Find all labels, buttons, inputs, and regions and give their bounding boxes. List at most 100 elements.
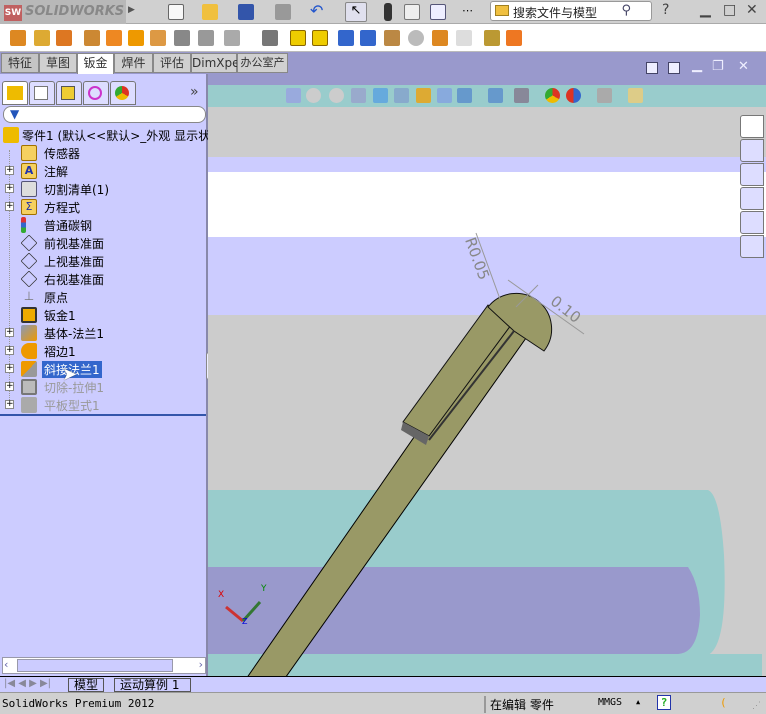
save-icon[interactable] [238,4,254,20]
zoom-to-area-icon[interactable] [329,88,344,103]
vent-icon[interactable] [290,30,306,46]
rip-icon[interactable] [432,30,448,46]
expand-icon[interactable]: + [5,202,14,211]
tree-item-miter-flange[interactable]: + 斜接法兰1 ➤ [0,360,206,385]
tree-item-annotations[interactable]: + A 注解 [0,162,206,180]
tab-model[interactable]: 模型 [68,678,105,692]
sketched-bend-icon[interactable] [174,30,190,46]
dynamic-annotation-icon[interactable] [394,88,409,103]
expand-icon[interactable]: + [5,382,14,391]
search-input[interactable]: 搜索文件与模型 ⚲ [490,1,652,21]
new-document-icon[interactable] [168,4,184,20]
expand-icon[interactable]: + [5,346,14,355]
doc-restore-button[interactable]: ❐ [712,59,724,74]
unfold-icon[interactable] [338,30,354,46]
closed-corner-icon[interactable] [224,30,240,46]
edit-appearance-icon[interactable] [488,88,503,103]
minimize-button[interactable]: ▁ [700,2,711,18]
extruded-cut-icon[interactable] [484,30,500,46]
tab-office-products[interactable]: 办公室产品 [237,53,288,87]
task-pane-file-explorer-icon[interactable] [740,163,764,186]
task-pane-design-library-icon[interactable] [740,139,764,162]
expand-icon[interactable]: + [5,400,14,409]
expand-icon[interactable]: + [5,184,14,193]
tree-item-front-plane[interactable]: 前视基准面 [0,234,206,252]
tab-navigation-arrows-icon[interactable]: |◀ ◀ ▶ ▶| [4,678,51,689]
units-system[interactable]: MMGS [598,697,622,708]
graphics-viewport[interactable]: R0.05 0.10 X Y Z [208,85,766,676]
tree-item-sensors[interactable]: 传感器 [0,144,206,162]
scroll-left-icon[interactable]: ‹ [4,658,8,671]
scroll-thumb[interactable] [17,659,173,672]
tree-item-hem[interactable]: + 褶边1 [0,342,206,360]
rollback-bar[interactable] [0,414,206,416]
tab-motion-study-1[interactable]: 运动算例 1 [114,678,191,692]
expand-icon[interactable]: + [5,364,14,373]
tree-item-flat-pattern[interactable]: + 平板型式1 [0,396,206,414]
tree-root-part[interactable]: 零件1 (默认<<默认>_外观 显示状 [0,126,210,144]
next-window-icon[interactable] [668,62,680,74]
expand-menu-arrow-icon[interactable]: ▶ [128,5,135,15]
previous-window-icon[interactable] [646,62,658,74]
appearance-icon[interactable] [545,88,560,103]
tree-item-origin[interactable]: ⊥ 原点 [0,288,206,306]
tree-item-sheet-metal[interactable]: 钣金1 [0,306,206,324]
undo-icon[interactable]: ↶ [310,3,326,20]
print-icon[interactable] [275,4,291,20]
rebuild-traffic-light-icon[interactable] [384,3,392,21]
feature-manager-tab-icon[interactable] [2,81,28,105]
quick-tips-help-icon[interactable]: ? [657,695,671,710]
tab-sketch[interactable]: 草图 [39,53,77,73]
evaluate-icon[interactable] [628,88,643,103]
display-style-icon[interactable] [437,88,452,103]
miter-flange-icon[interactable] [106,30,122,46]
view-settings-icon[interactable] [597,88,612,103]
options-icon[interactable] [430,4,446,20]
tab-sheet-metal[interactable]: 钣金 [77,53,114,75]
simple-hole-icon[interactable] [506,30,522,46]
doc-minimize-button[interactable]: ▁ [692,58,702,73]
no-bends-icon[interactable] [408,30,424,46]
doc-close-button[interactable]: ✕ [738,59,749,74]
convert-to-sheet-metal-icon[interactable] [34,30,50,46]
file-properties-icon[interactable] [404,4,420,20]
tab-features[interactable]: 特征 [1,53,39,73]
tree-item-right-plane[interactable]: 右视基准面 [0,270,206,288]
tree-item-base-flange[interactable]: + 基体-法兰1 [0,324,206,342]
tree-item-material[interactable]: 普通碳钢 [0,216,206,234]
tab-dimxpert[interactable]: DimXpert [191,53,249,73]
tree-item-cut-list[interactable]: + 切割清单(1) [0,180,206,198]
edge-flange-icon[interactable] [84,30,100,46]
flatten-icon[interactable] [384,30,400,46]
weld-corner-icon[interactable] [262,30,278,46]
view-orientation-icon[interactable] [416,88,431,103]
tree-item-cut-extrude[interactable]: + 切除-拉伸1 [0,378,206,396]
configuration-manager-tab-icon[interactable] [56,81,82,105]
task-pane-view-palette-icon[interactable] [740,187,764,210]
units-arrow-icon[interactable]: ▲ [636,698,640,706]
maximize-button[interactable]: □ [723,2,736,18]
solidworks-logo[interactable]: SW SOLIDWORKS [0,0,126,24]
dimxpert-manager-tab-icon[interactable] [83,81,109,105]
task-pane-home-icon[interactable] [740,115,764,138]
tree-filter-input[interactable]: ▼ [3,106,206,123]
task-pane-custom-properties-icon[interactable] [740,235,764,258]
expand-icon[interactable]: + [5,166,14,175]
section-view-icon[interactable] [373,88,388,103]
tree-item-top-plane[interactable]: 上视基准面 [0,252,206,270]
fold-icon[interactable] [360,30,376,46]
form-tool-icon[interactable] [312,30,328,46]
search-icon[interactable]: ⚲ [621,3,631,18]
hide-show-items-icon[interactable] [457,88,472,103]
cross-break-icon[interactable] [198,30,214,46]
scroll-right-icon[interactable]: › [199,658,203,671]
jog-icon[interactable] [150,30,166,46]
tab-weldments[interactable]: 焊件 [114,53,153,73]
tree-item-equations[interactable]: + Σ 方程式 [0,198,206,216]
hem-icon[interactable] [128,30,144,46]
base-flange-icon[interactable] [10,30,26,46]
horizontal-scrollbar[interactable]: ‹ › [2,657,206,674]
previous-view-arrow-icon[interactable] [351,88,366,103]
property-manager-tab-icon[interactable] [29,81,55,105]
select-pointer-icon[interactable]: ↖ [345,2,367,22]
